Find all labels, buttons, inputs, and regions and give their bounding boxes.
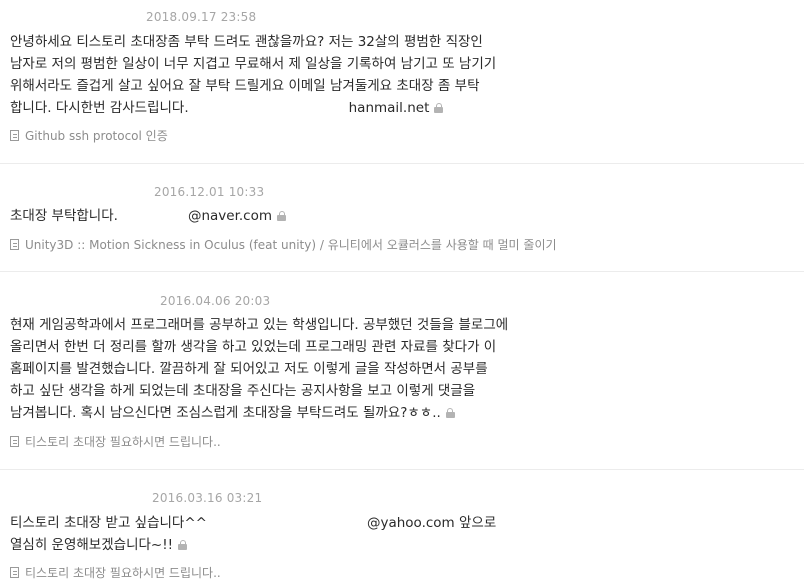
comment-date: 2016.03.16 03:21 [152,491,263,505]
document-icon [10,567,19,578]
post-link[interactable]: 티스토리 초대장 필요하시면 드립니다.. [10,564,221,581]
lock-icon [178,540,188,550]
comment-body: 티스토리 초대장 받고 싶습니다^^ @yahoo.com 앞으로 열심히 운영해… [10,512,510,556]
comment-item: 2016.03.16 03:21 티스토리 초대장 받고 싶습니다^^ @yaho… [0,0,804,582]
comment-text: 티스토리 초대장 받고 싶습니다^^ [10,515,207,531]
post-title: 티스토리 초대장 필요하시면 드립니다.. [25,566,221,580]
comment-list: 2018.09.17 23:58 안녕하세요 티스토리 초대장좀 부탁 드려도 … [0,0,804,582]
